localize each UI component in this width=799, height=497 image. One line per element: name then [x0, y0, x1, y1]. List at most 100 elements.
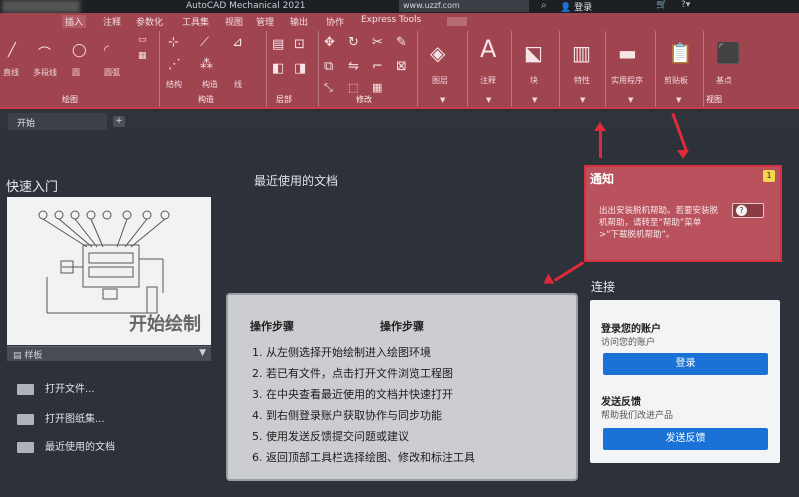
layer-off-icon[interactable]: ◧ [272, 61, 284, 76]
rect-icon[interactable]: ▭ [138, 35, 147, 45]
arc-icon[interactable]: ◜ [104, 43, 109, 58]
panel-props-big: ▥ 特性 ▼ [560, 31, 606, 107]
mirror-icon[interactable]: ⇋ [348, 59, 359, 74]
ribbon-tabs: 插入 注释 参数化 工具集 视图 管理 输出 协作 Express Tools [0, 13, 799, 30]
tool-annotate-label: 注释 [480, 76, 496, 85]
step-item: 2. 若已有文件，点击打开文件浏览工程图 [252, 367, 453, 380]
panel-clipboard-big: 📋 剪贴板 ▼ [656, 31, 704, 107]
panel-layer: ▤ ⊡ ◧ ◨ 层部 [268, 31, 319, 107]
step-item: 4. 到右侧登录账户获取协作与同步功能 [252, 409, 442, 422]
clipboard-big-icon[interactable]: 📋 [668, 41, 693, 65]
notification-panel: 通知 1 出出安装脱机帮助。若要安装脱机帮助，请转至“帮助”菜单 >“下载脱机帮… [584, 165, 782, 262]
explode-icon[interactable]: ⊠ [396, 59, 407, 74]
tab-express-tools[interactable]: Express Tools [361, 15, 421, 25]
start-drawing-card[interactable]: 开始绘制 [7, 197, 211, 345]
panel-modify-label[interactable]: 修改 [356, 94, 372, 105]
template-dropdown[interactable]: ▤ 样板 ▼ [7, 346, 211, 361]
rotate-icon[interactable]: ↻ [348, 35, 359, 50]
tab-manage[interactable]: 管理 [256, 15, 274, 28]
stretch-icon[interactable]: ⤡ [324, 81, 333, 95]
block-dropdown[interactable]: ▼ [532, 96, 537, 104]
divide-icon[interactable]: ⁂ [200, 57, 213, 72]
search-icon[interactable]: ⌕ [541, 0, 547, 11]
account-sub: 访问您的账户 [601, 338, 656, 348]
arrow-up-shape [599, 128, 602, 158]
trim-icon[interactable]: ✂ [372, 35, 383, 50]
properties-big-icon[interactable]: ▥ [572, 41, 591, 65]
tab-view[interactable]: 视图 [225, 15, 243, 28]
tool-arc-label: 圆弧 [104, 68, 120, 77]
tool-polyline-label: 多段线 [33, 68, 57, 77]
help-icon[interactable]: ?▾ [681, 0, 690, 10]
tab-start[interactable]: 开始 [8, 113, 107, 130]
cart-icon[interactable]: 🛒 [656, 0, 667, 10]
move-icon[interactable]: ✥ [324, 35, 335, 50]
notification-title: 通知 [590, 172, 615, 186]
tool-utilities-label: 实用程序 [611, 76, 643, 85]
ribbon: 插入 注释 参数化 工具集 视图 管理 输出 协作 Express Tools … [0, 13, 799, 109]
arrow-up-head [594, 122, 606, 131]
layer-match-icon[interactable]: ⊡ [294, 37, 305, 52]
panel-draw: ╱ ⌒ ◯ ◜ ▭ ▦ 直线 多段线 圆 圆弧 绘图 [0, 31, 160, 107]
tab-parametric[interactable]: 参数化 [136, 15, 163, 28]
array-icon[interactable]: ▦ [372, 81, 382, 94]
step-item: 1. 从左侧选择开始绘制进入绘图环境 [252, 346, 431, 359]
panel-layers-big: ◈ 图层 ▼ [420, 31, 468, 107]
panel-block-big: ⬕ 块 ▼ [512, 31, 560, 107]
polyline-icon[interactable]: ⌒ [38, 43, 51, 62]
open-sheetset-link[interactable]: 打开图纸集... [17, 410, 105, 425]
arrow-down-head [677, 150, 689, 159]
panel-build: ⊹ ⟋ ⊿ ⋰ ⁂ 结构 构造 线 构造 [162, 31, 267, 107]
annotate-dropdown[interactable]: ▼ [486, 96, 491, 104]
hatch-icon[interactable]: ▦ [138, 51, 147, 61]
steps-list: 1. 从左侧选择开始绘制进入绘图环境 2. 若已有文件，点击打开文件浏览工程图 … [252, 344, 475, 470]
text-big-icon[interactable]: A [480, 35, 496, 63]
measure-big-icon[interactable]: ▬ [618, 41, 637, 65]
panel-view-big: ⬛ 基点 视图 [704, 31, 750, 107]
ray-icon[interactable]: ⊿ [232, 35, 243, 50]
props-dropdown[interactable]: ▼ [580, 96, 585, 104]
offset-icon[interactable]: ⋰ [168, 57, 181, 72]
panel-build-label[interactable]: 构造 [198, 94, 214, 105]
login-link[interactable]: 👤 登录 [560, 0, 592, 13]
tool-clipboard-label: 剪贴板 [664, 76, 688, 85]
layer-props-icon[interactable]: ▤ [272, 37, 284, 52]
notification-text: 出出安装脱机帮助。若要安装脱机帮助，请转至“帮助”菜单 >“下载脱机帮助”。 [599, 206, 719, 240]
login-button[interactable]: 登录 [603, 353, 768, 375]
panel-view-label[interactable]: 视图 [706, 94, 722, 105]
node-icon[interactable]: ⊹ [168, 35, 179, 50]
tab-output[interactable]: 输出 [290, 15, 308, 28]
tool-layers-label: 图层 [432, 76, 448, 85]
basepoint-big-icon[interactable]: ⬛ [716, 41, 741, 65]
tab-collaborate[interactable]: 协作 [326, 15, 344, 28]
open-file-link[interactable]: 打开文件... [17, 380, 95, 395]
layers-big-icon[interactable]: ◈ [430, 41, 445, 65]
fillet-icon[interactable]: ⌐ [372, 59, 383, 74]
quickstart-title: 快速入门 [6, 180, 59, 195]
copy-icon[interactable]: ⧉ [324, 59, 333, 74]
send-feedback-button[interactable]: 发送反馈 [603, 428, 768, 450]
help-download-button[interactable]: ? [732, 203, 764, 218]
utilities-dropdown[interactable]: ▼ [628, 96, 633, 104]
panel-layer-label[interactable]: 层部 [276, 94, 292, 105]
recent-docs-link[interactable]: 最近使用的文档 [17, 438, 115, 453]
scale-icon[interactable]: ⬚ [348, 81, 358, 94]
tab-overflow-button[interactable] [447, 17, 467, 26]
tab-annotate[interactable]: 注释 [103, 15, 121, 28]
tab-insert[interactable]: 插入 [62, 15, 87, 28]
steps-heading-right: 操作步骤 [380, 320, 424, 333]
xline-icon[interactable]: ⟋ [200, 35, 209, 50]
block-big-icon[interactable]: ⬕ [524, 41, 543, 65]
line-icon[interactable]: ╱ [8, 43, 16, 58]
circle-icon[interactable]: ◯ [72, 43, 87, 58]
erase-icon[interactable]: ✎ [396, 35, 407, 50]
layers-dropdown[interactable]: ▼ [440, 96, 445, 104]
new-tab-button[interactable]: + [113, 116, 125, 127]
recent-documents-title: 最近使用的文档 [254, 174, 339, 188]
step-item: 5. 使用发送反馈提交问题或建议 [252, 430, 409, 443]
tab-toolset[interactable]: 工具集 [182, 15, 209, 28]
clipboard-dropdown[interactable]: ▼ [676, 96, 681, 104]
panel-draw-label[interactable]: 绘图 [62, 94, 78, 105]
layer-lock-icon[interactable]: ◨ [294, 61, 306, 76]
tool-block-label: 块 [530, 76, 538, 85]
